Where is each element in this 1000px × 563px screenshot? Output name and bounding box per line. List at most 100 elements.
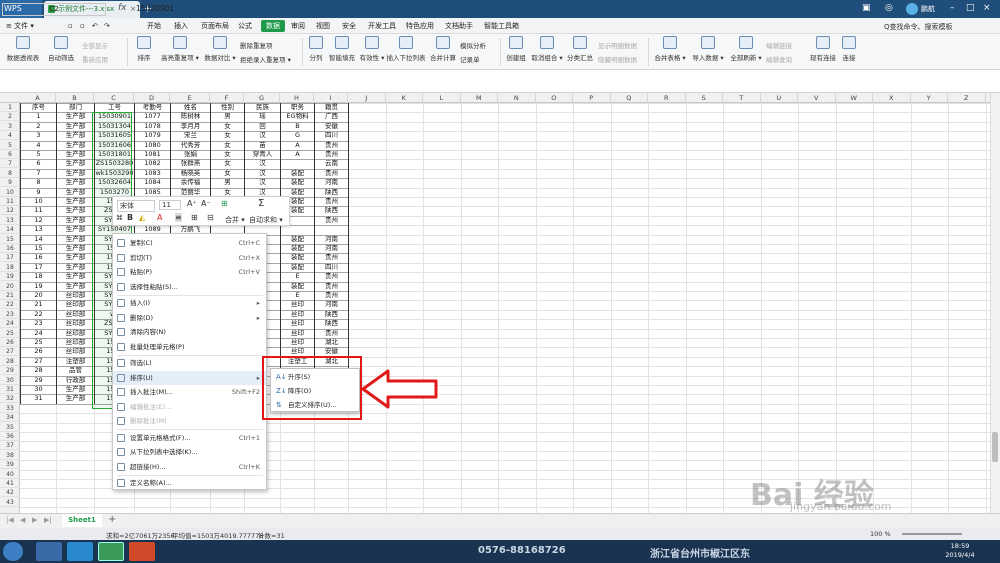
column-header[interactable]: O (536, 93, 573, 103)
decrease-font-icon[interactable]: A⁻ (201, 199, 211, 208)
file-menu[interactable]: ≡ 文件 ▾ (6, 20, 34, 32)
table-cell[interactable]: 贵州 (315, 169, 348, 178)
next-sheet-icon[interactable]: ▶ (32, 516, 37, 524)
create-group-button[interactable]: 创建组 (504, 36, 528, 68)
command-search[interactable]: Q查找命令、搜索模板 (884, 21, 994, 33)
table-cell[interactable]: 生产部 (57, 394, 94, 403)
menu-security[interactable]: 安全 (342, 20, 356, 32)
table-cell[interactable]: 生产部 (57, 150, 94, 159)
edit-query-button[interactable]: 编辑查询 (766, 54, 792, 64)
table-cell[interactable]: 生产部 (57, 225, 94, 234)
format-painter-icon[interactable]: ⌘ (116, 214, 123, 222)
column-header[interactable]: Y (911, 93, 948, 103)
table-cell[interactable]: 丝印部 (57, 310, 94, 319)
menu-item-filter[interactable]: 筛选(L) (113, 356, 266, 370)
quick-save-icon[interactable]: ▫ (68, 20, 73, 32)
row-header[interactable]: 1 (0, 103, 20, 112)
table-cell[interactable]: 穿青人 (245, 150, 280, 159)
table-cell[interactable]: 女 (211, 150, 244, 159)
autosum-button[interactable]: 自动求和 ▾ (249, 215, 283, 225)
table-cell[interactable]: 张娟 (171, 150, 210, 159)
table-cell[interactable]: 汉 (245, 178, 280, 187)
menu-smart-toolbox[interactable]: 智能工具箱 (484, 20, 519, 32)
table-cell[interactable]: 装配 (281, 235, 314, 244)
table-cell[interactable]: 陕西 (315, 188, 348, 197)
table-cell[interactable]: 贵州 (315, 282, 348, 291)
undo-icon[interactable]: ↶ (92, 20, 98, 32)
row-header[interactable]: 39 (0, 460, 20, 470)
row-header[interactable]: 20 (0, 282, 20, 291)
table-cell[interactable]: 河南 (315, 300, 348, 309)
row-header[interactable]: 8 (0, 169, 20, 178)
table-cell[interactable]: 丝印 (281, 300, 314, 309)
align-center-icon[interactable]: ≡ (175, 213, 182, 222)
row-header[interactable]: 42 (0, 488, 20, 498)
import-data-button[interactable]: 导入数据 ▾ (690, 36, 726, 68)
table-cell[interactable]: 1078 (135, 122, 170, 131)
row-header[interactable]: 5 (0, 141, 20, 150)
column-header[interactable]: A (20, 93, 56, 103)
table-cell[interactable]: 宋兰 (171, 131, 210, 140)
close-window-icon[interactable]: × (983, 3, 991, 13)
table-cell[interactable]: 丝印部 (57, 347, 94, 356)
first-sheet-icon[interactable]: |◀ (6, 516, 14, 524)
menu-item-hyperlink[interactable]: 超链接(H)... Ctrl+K (113, 460, 266, 474)
system-clock[interactable]: 18:59 2019/4/4 (930, 542, 990, 560)
table-cell[interactable]: 17 (21, 263, 56, 272)
row-header[interactable]: 16 (0, 244, 20, 253)
reject-duplicates-button[interactable]: 拒绝录入重复项 ▾ (240, 54, 291, 64)
table-cell[interactable]: 丝印 (281, 338, 314, 347)
table-cell[interactable]: 13 (21, 225, 56, 234)
row-header[interactable]: 27 (0, 347, 20, 357)
table-cell[interactable]: 生产部 (57, 112, 94, 121)
table-cell[interactable]: 生产部 (57, 385, 94, 394)
table-cell[interactable]: 回 (245, 122, 280, 131)
table-cell[interactable]: 丝印 (281, 319, 314, 328)
menu-item-define-name[interactable]: 定义名称(A)... (113, 476, 266, 490)
row-header[interactable]: 30 (0, 376, 20, 385)
wps-app-icon[interactable] (98, 542, 124, 561)
row-header[interactable]: 4 (0, 131, 20, 141)
remove-duplicates-button[interactable]: 删除重复项 (240, 40, 273, 50)
table-cell[interactable]: 生产部 (57, 244, 94, 253)
validity-button[interactable]: 有效性 ▾ (358, 36, 386, 68)
subtotal-button[interactable]: 分类汇总 (566, 36, 594, 68)
prev-sheet-icon[interactable]: ◀ (20, 516, 25, 524)
table-cell[interactable]: 1 (21, 112, 56, 121)
name-box[interactable]: C2 (2, 3, 106, 16)
highlight-duplicates-button[interactable]: 高亮重复项 ▾ (160, 36, 200, 68)
table-cell[interactable]: 籍贯 (315, 103, 348, 112)
table-cell[interactable]: 23 (21, 319, 56, 328)
menu-item-batch-cells[interactable]: 批量处理单元格(P) (113, 340, 266, 354)
row-header[interactable]: 6 (0, 150, 20, 159)
table-cell[interactable]: EG物料 (281, 112, 314, 121)
menu-doc-assistant[interactable]: 文档助手 (445, 20, 473, 32)
table-cell[interactable]: 3 (21, 131, 56, 140)
table-cell[interactable]: 女 (211, 159, 244, 168)
row-header[interactable]: 37 (0, 441, 20, 451)
table-cell[interactable]: 装配 (281, 263, 314, 272)
table-cell[interactable]: A (281, 150, 314, 159)
consolidate-button[interactable]: 合并计算 (428, 36, 458, 68)
column-header[interactable]: U (761, 93, 798, 103)
table-cell[interactable]: 贵州 (315, 329, 348, 338)
table-cell[interactable]: 安徽 (315, 122, 348, 131)
table-cell[interactable]: 8 (21, 178, 56, 187)
table-cell[interactable]: 四川 (315, 131, 348, 140)
table-cell[interactable]: 贵州 (315, 291, 348, 300)
table-cell[interactable]: 贵州 (315, 216, 348, 225)
column-header[interactable]: D (134, 93, 170, 103)
table-cell[interactable]: 28 (21, 366, 56, 375)
table-cell[interactable]: 生产部 (57, 197, 94, 206)
column-header[interactable]: K (386, 93, 423, 103)
table-cell[interactable]: 女 (211, 169, 244, 178)
table-cell[interactable]: 张群燕 (171, 159, 210, 168)
menu-item-pick-from-list[interactable]: 从下拉列表中选择(K)... (113, 445, 266, 459)
split-column-button[interactable]: 分列 (306, 36, 326, 68)
format-icon[interactable]: ⊞ (221, 199, 228, 208)
table-cell[interactable]: 4 (21, 141, 56, 150)
table-cell[interactable]: 陕西 (315, 206, 348, 215)
table-cell[interactable]: 6 (21, 159, 56, 168)
table-cell[interactable]: 26 (21, 347, 56, 356)
row-header[interactable]: 38 (0, 451, 20, 460)
